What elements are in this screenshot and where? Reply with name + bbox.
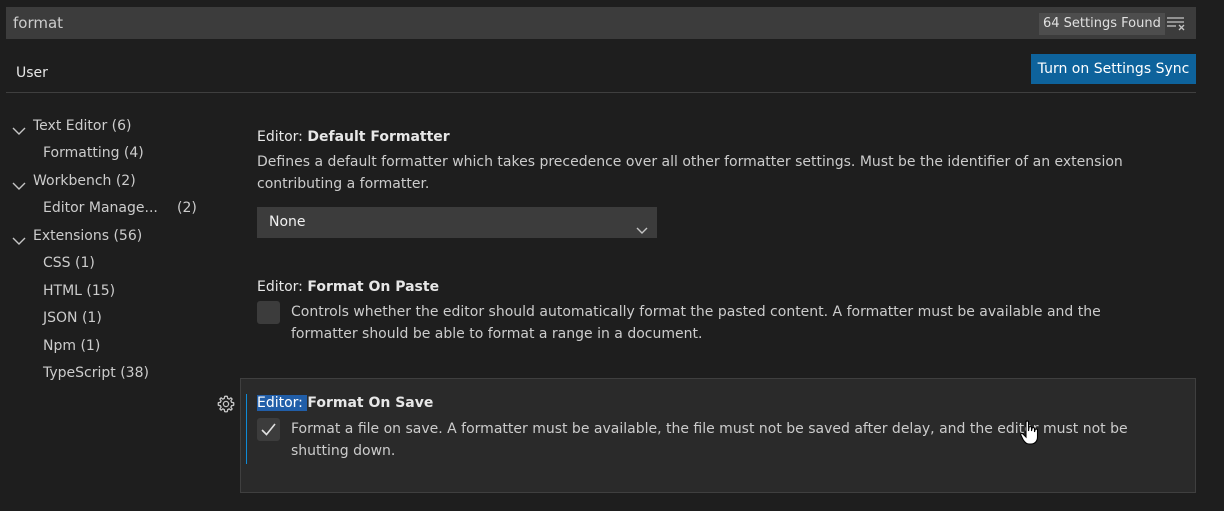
setting-title-format-on-save: Editor: Format On Save: [257, 395, 433, 411]
toc-item-count: (2): [177, 200, 197, 216]
toc-item-workbench[interactable]: Workbench (2): [12, 170, 136, 192]
chevron-down-icon: [12, 121, 26, 135]
toc-item-editor-management[interactable]: Editor Manage... (2): [43, 197, 203, 219]
toc-item-css[interactable]: CSS (1): [43, 252, 95, 274]
setting-category: Editor:: [257, 279, 308, 295]
toc-item-typescript[interactable]: TypeScript (38): [43, 362, 149, 384]
default-formatter-select[interactable]: None: [257, 207, 657, 238]
search-bar: 64 Settings Found: [6, 7, 1196, 39]
header-divider: [6, 92, 1196, 93]
setting-category: Editor:: [257, 395, 308, 411]
toc-item-extensions[interactable]: Extensions (56): [12, 225, 143, 247]
setting-category: Editor:: [257, 129, 308, 145]
toc-item-json[interactable]: JSON (1): [43, 307, 102, 329]
toc-item-label: Editor Manage...: [43, 200, 158, 216]
toc-item-label: Workbench (2): [33, 173, 136, 189]
setting-name: Format On Save: [307, 395, 434, 411]
toc-item-label: TypeScript (38): [43, 365, 149, 381]
select-value: None: [269, 214, 306, 230]
toc-item-npm[interactable]: Npm (1): [43, 335, 100, 357]
focus-indicator: [246, 394, 247, 464]
format-on-save-checkbox[interactable]: [257, 418, 280, 441]
setting-description: Controls whether the editor should autom…: [291, 304, 1101, 342]
toc-item-label: Extensions (56): [33, 228, 143, 244]
tab-user[interactable]: User: [8, 60, 52, 93]
chevron-down-icon: [12, 231, 26, 245]
setting-name: Format On Paste: [307, 279, 440, 295]
toc-item-label: Formatting (4): [43, 145, 144, 161]
setting-name: Default Formatter: [307, 129, 450, 145]
toc-item-label: JSON (1): [43, 310, 102, 326]
clear-filter-icon[interactable]: [1166, 15, 1186, 31]
format-on-paste-checkbox[interactable]: [257, 301, 280, 324]
setting-title-format-on-paste: Editor: Format On Paste: [257, 279, 439, 295]
chevron-down-icon: [12, 176, 26, 190]
chevron-down-icon: [636, 217, 648, 234]
results-count-badge: 64 Settings Found: [1039, 13, 1165, 35]
tab-user-label: User: [16, 65, 48, 81]
toc-item-label: Text Editor (6): [33, 118, 132, 134]
toc-item-label: HTML (15): [43, 283, 116, 299]
toc-item-label: Npm (1): [43, 338, 101, 354]
toc-item-label: CSS (1): [43, 255, 95, 271]
setting-description: Defines a default formatter which takes …: [257, 154, 1123, 192]
turn-on-settings-sync-button[interactable]: Turn on Settings Sync: [1031, 54, 1196, 84]
toc-item-html[interactable]: HTML (15): [43, 280, 115, 302]
search-input[interactable]: [6, 7, 1006, 39]
toc-item-text-editor[interactable]: Text Editor (6): [12, 115, 132, 137]
hand-cursor-icon: [1020, 420, 1040, 446]
gear-icon[interactable]: [216, 394, 236, 414]
toc-item-formatting[interactable]: Formatting (4): [43, 142, 144, 164]
setting-title-default-formatter: Editor: Default Formatter: [257, 129, 450, 145]
